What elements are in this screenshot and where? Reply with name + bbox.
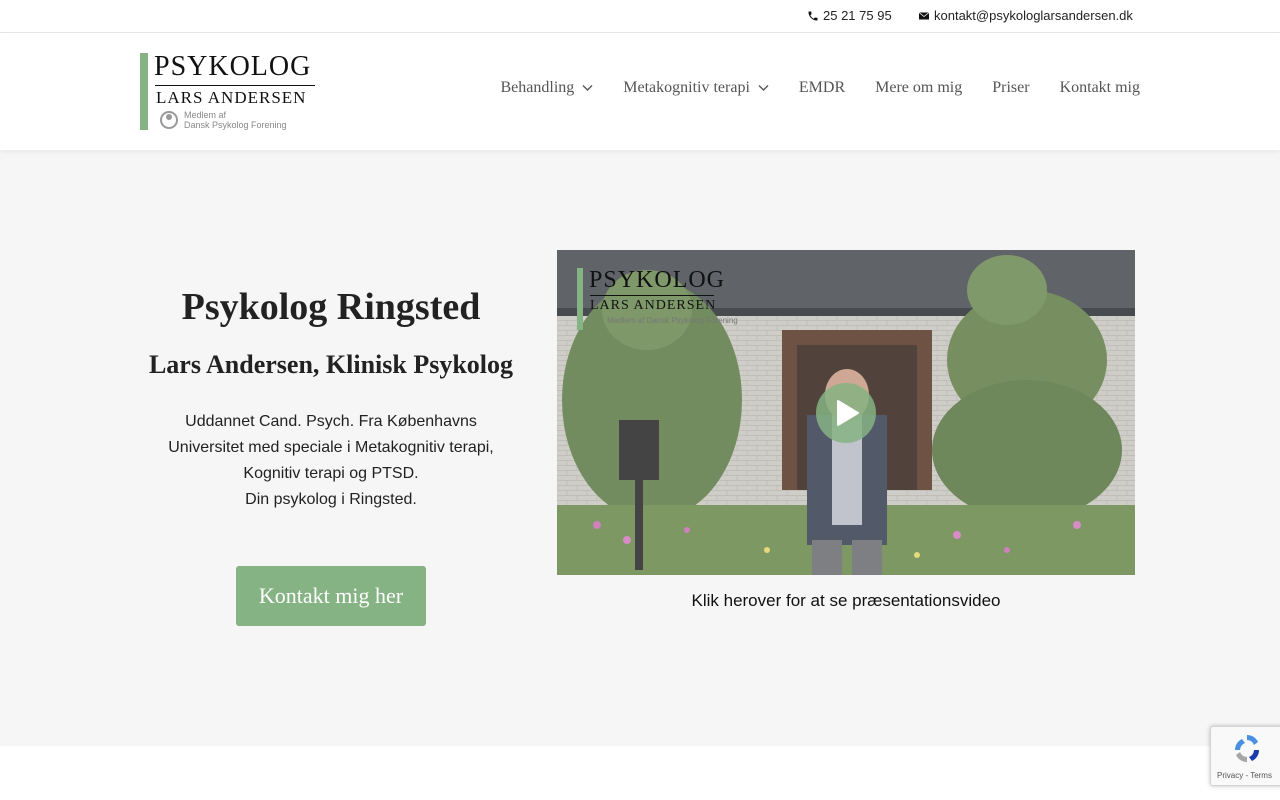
intro-text: Uddannet Cand. Psych. Fra Københavns Uni… <box>168 413 494 508</box>
nav-item-kontakt-mig[interactable]: Kontakt mig <box>1060 79 1140 97</box>
page-subtitle: Lars Andersen, Klinisk Psykolog <box>148 350 514 379</box>
top-bar: 25 21 75 95 kontakt@psykologlarsandersen… <box>0 0 1280 33</box>
logo-line-1: PSYKOLOG <box>154 51 312 82</box>
video-caption: Klik herover for at se præsentationsvide… <box>691 591 1001 610</box>
hero-section: Psykolog Ringsted Lars Andersen, Klinisk… <box>0 150 1280 746</box>
site-logo[interactable]: PSYKOLOG LARS ANDERSEN Medlem af Dansk P… <box>140 53 320 131</box>
recaptcha-links[interactable]: Privacy - Terms <box>1217 771 1272 780</box>
site-header: PSYKOLOG LARS ANDERSEN Medlem af Dansk P… <box>0 33 1280 150</box>
envelope-icon <box>918 11 930 19</box>
chevron-down-icon <box>582 85 593 91</box>
email-address: kontakt@psykologlarsandersen.dk <box>934 8 1133 23</box>
nav-item-emdr[interactable]: EMDR <box>799 79 845 97</box>
recaptcha-icon <box>1234 734 1260 763</box>
phone-number: 25 21 75 95 <box>823 8 892 23</box>
phone-link[interactable]: 25 21 75 95 <box>807 8 892 23</box>
logo-rule <box>155 85 315 86</box>
dp-seal-icon <box>160 111 178 129</box>
chevron-down-icon <box>758 85 769 91</box>
nav-item-priser[interactable]: Priser <box>992 79 1029 97</box>
recaptcha-badge[interactable]: Privacy - Terms <box>1210 726 1280 786</box>
phone-icon <box>808 11 818 20</box>
page-title: Psykolog Ringsted <box>181 286 481 328</box>
nav-item-metakognitiv-terapi[interactable]: Metakognitiv terapi <box>623 79 769 97</box>
logo-membership: Medlem af Dansk Psykolog Forening <box>184 110 287 130</box>
nav-item-behandling[interactable]: Behandling <box>501 79 594 97</box>
play-button[interactable] <box>816 383 876 443</box>
nav-item-mere-om-mig[interactable]: Mere om mig <box>875 79 962 97</box>
logo-accent-bar <box>140 53 148 130</box>
presentation-video[interactable]: PSYKOLOG LARS ANDERSEN Medlem af Dansk P… <box>557 250 1135 575</box>
logo-line-2: LARS ANDERSEN <box>156 88 307 107</box>
main-nav: Behandling Metakognitiv terapi EMDR Mere… <box>501 79 1141 97</box>
contact-cta-button[interactable]: Kontakt mig her <box>236 566 426 626</box>
play-icon <box>837 400 859 426</box>
email-link[interactable]: kontakt@psykologlarsandersen.dk <box>918 8 1133 23</box>
